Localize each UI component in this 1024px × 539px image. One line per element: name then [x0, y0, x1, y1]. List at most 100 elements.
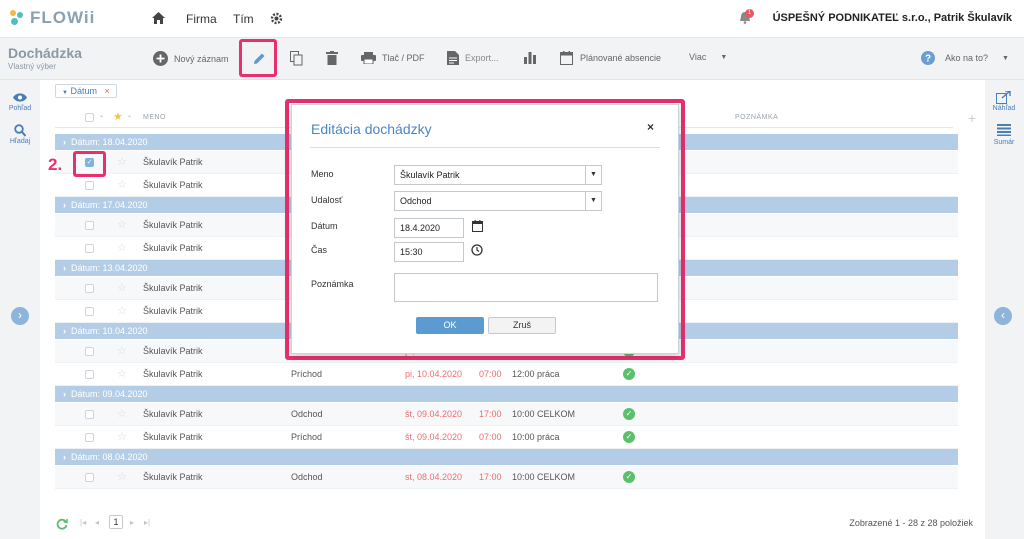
select-all-checkbox[interactable]: [85, 113, 94, 122]
copy-button[interactable]: [290, 51, 303, 66]
star-icon[interactable]: ☆: [117, 281, 127, 294]
row-checkbox[interactable]: [85, 221, 94, 230]
group-header[interactable]: › Dátum: 08.04.2020: [55, 449, 958, 465]
row-checkbox[interactable]: [85, 307, 94, 316]
cell-time: 17:00: [479, 472, 502, 482]
cell-name: Škulavík Patrik: [143, 472, 203, 482]
expand-right-button[interactable]: ‹: [994, 307, 1012, 325]
print-button[interactable]: Tlač / PDF: [361, 52, 425, 64]
row-checkbox[interactable]: [85, 410, 94, 419]
nav-firma[interactable]: Firma: [186, 12, 217, 26]
help-button[interactable]: ? Ako na to? ▼: [921, 51, 1009, 65]
row-checkbox[interactable]: [85, 244, 94, 253]
statistics-button[interactable]: [524, 52, 536, 64]
note-textarea[interactable]: [394, 273, 658, 302]
star-icon[interactable]: ☆: [117, 430, 127, 443]
table-row[interactable]: ☆ Škulavík Patrik Príchod št, 09.04.2020 07:…: [55, 426, 958, 449]
ok-button[interactable]: OK: [416, 317, 484, 334]
delete-button[interactable]: [326, 51, 338, 65]
chevron-down-icon[interactable]: ⌄: [99, 112, 104, 119]
row-checkbox[interactable]: [85, 284, 94, 293]
date-input[interactable]: 18.4.2020: [394, 218, 464, 238]
row-checkbox[interactable]: [85, 433, 94, 442]
time-input[interactable]: 15:30: [394, 242, 464, 262]
planned-absences-button[interactable]: Plánované absencie: [560, 51, 661, 65]
divider: [310, 147, 660, 148]
close-icon[interactable]: ×: [647, 120, 654, 134]
clock-icon[interactable]: [471, 244, 483, 258]
name-select[interactable]: Škulavík Patrik ▼: [394, 165, 602, 185]
star-icon[interactable]: ☆: [117, 178, 127, 191]
refresh-icon[interactable]: [56, 518, 68, 532]
add-column-icon[interactable]: +: [968, 110, 976, 126]
prev-page-icon[interactable]: ◂: [95, 518, 99, 527]
chevron-right-icon: ›: [18, 308, 22, 322]
star-icon[interactable]: ★: [113, 110, 123, 123]
event-select[interactable]: Odchod ▼: [394, 191, 602, 211]
cell-date: st, 08.04.2020: [405, 472, 463, 482]
toolbar: Dochádzka Vlastný výber Nový záznam Tlač…: [0, 38, 1024, 80]
cell-event: Odchod: [291, 472, 323, 482]
home-icon[interactable]: [152, 12, 165, 27]
row-checkbox[interactable]: [85, 181, 94, 190]
star-icon[interactable]: ☆: [117, 241, 127, 254]
preview-label[interactable]: Náhľad: [984, 105, 1024, 112]
column-header-note[interactable]: POZNÁMKA: [735, 114, 778, 121]
cell-summary: 10:00 CELKOM: [512, 409, 576, 419]
cancel-button[interactable]: Zruš: [488, 317, 556, 334]
summary-label[interactable]: Sumár: [984, 139, 1024, 146]
chevron-right-icon: ›: [63, 389, 66, 399]
gear-icon[interactable]: [270, 12, 283, 28]
filter-chip-date[interactable]: ▼ Dátum ×: [55, 84, 117, 98]
cell-date: pi, 10.04.2020: [405, 369, 463, 379]
row-checkbox[interactable]: [85, 370, 94, 379]
expand-left-button[interactable]: ›: [11, 307, 29, 325]
cell-date: št, 09.04.2020: [405, 432, 463, 442]
cell-name: Škulavík Patrik: [143, 157, 203, 167]
column-header-name[interactable]: MENO: [143, 114, 166, 121]
export-button[interactable]: Export...: [447, 51, 499, 65]
name-label: Meno: [311, 169, 334, 179]
cell-name: Škulavík Patrik: [143, 220, 203, 230]
group-label: Dátum: 08.04.2020: [71, 452, 148, 462]
last-page-icon[interactable]: ▸|: [144, 518, 150, 527]
logo-text: FLOWii: [30, 8, 96, 27]
logo[interactable]: FLOWii: [8, 8, 95, 28]
dialog-title: Editácia dochádzky: [311, 121, 432, 137]
first-page-icon[interactable]: |◂: [80, 518, 86, 527]
list-icon[interactable]: [997, 124, 1011, 138]
table-row[interactable]: ☆ Škulavík Patrik Odchod st, 08.04.2020 17:0…: [55, 466, 958, 489]
page-subtitle[interactable]: Vlastný výber: [8, 62, 56, 71]
external-link-icon[interactable]: [996, 90, 1011, 106]
group-header[interactable]: › Dátum: 09.04.2020: [55, 386, 958, 402]
new-record-button[interactable]: Nový záznam: [153, 51, 229, 66]
nav-tim[interactable]: Tím: [233, 12, 254, 26]
star-icon[interactable]: ☆: [117, 470, 127, 483]
calendar-icon[interactable]: [472, 220, 483, 234]
view-label[interactable]: Pohľad: [0, 105, 40, 112]
eye-icon[interactable]: [13, 93, 27, 104]
cell-time: 07:00: [479, 369, 502, 379]
group-label: Dátum: 17.04.2020: [71, 200, 148, 210]
next-page-icon[interactable]: ▸: [130, 518, 134, 527]
star-icon[interactable]: ☆: [117, 344, 127, 357]
more-dropdown[interactable]: Viac ▼: [689, 52, 727, 62]
table-row[interactable]: ☆ Škulavík Patrik Odchod št, 09.04.2020 17:0…: [55, 403, 958, 426]
edit-attendance-dialog: Editácia dochádzky × Meno Škulavík Patri…: [291, 104, 679, 354]
star-icon[interactable]: ☆: [117, 367, 127, 380]
star-icon[interactable]: ☆: [117, 407, 127, 420]
table-row[interactable]: ☆ Škulavík Patrik Príchod pi, 10.04.2020 07:…: [55, 363, 958, 386]
search-label[interactable]: Hľadaj: [0, 138, 40, 145]
current-page[interactable]: 1: [109, 515, 123, 529]
star-icon[interactable]: ☆: [117, 155, 127, 168]
remove-filter-icon[interactable]: ×: [105, 86, 110, 96]
bar-chart-icon: [524, 52, 536, 64]
event-label: Udalosť: [311, 195, 343, 205]
star-icon[interactable]: ☆: [117, 304, 127, 317]
company-user-menu[interactable]: ÚSPEŠNÝ PODNIKATEĽ s.r.o., Patrik Škulav…: [773, 12, 1012, 24]
row-checkbox[interactable]: [85, 347, 94, 356]
chevron-down-icon[interactable]: ⌄: [127, 112, 132, 119]
search-icon[interactable]: [14, 124, 27, 139]
star-icon[interactable]: ☆: [117, 218, 127, 231]
row-checkbox[interactable]: [85, 473, 94, 482]
